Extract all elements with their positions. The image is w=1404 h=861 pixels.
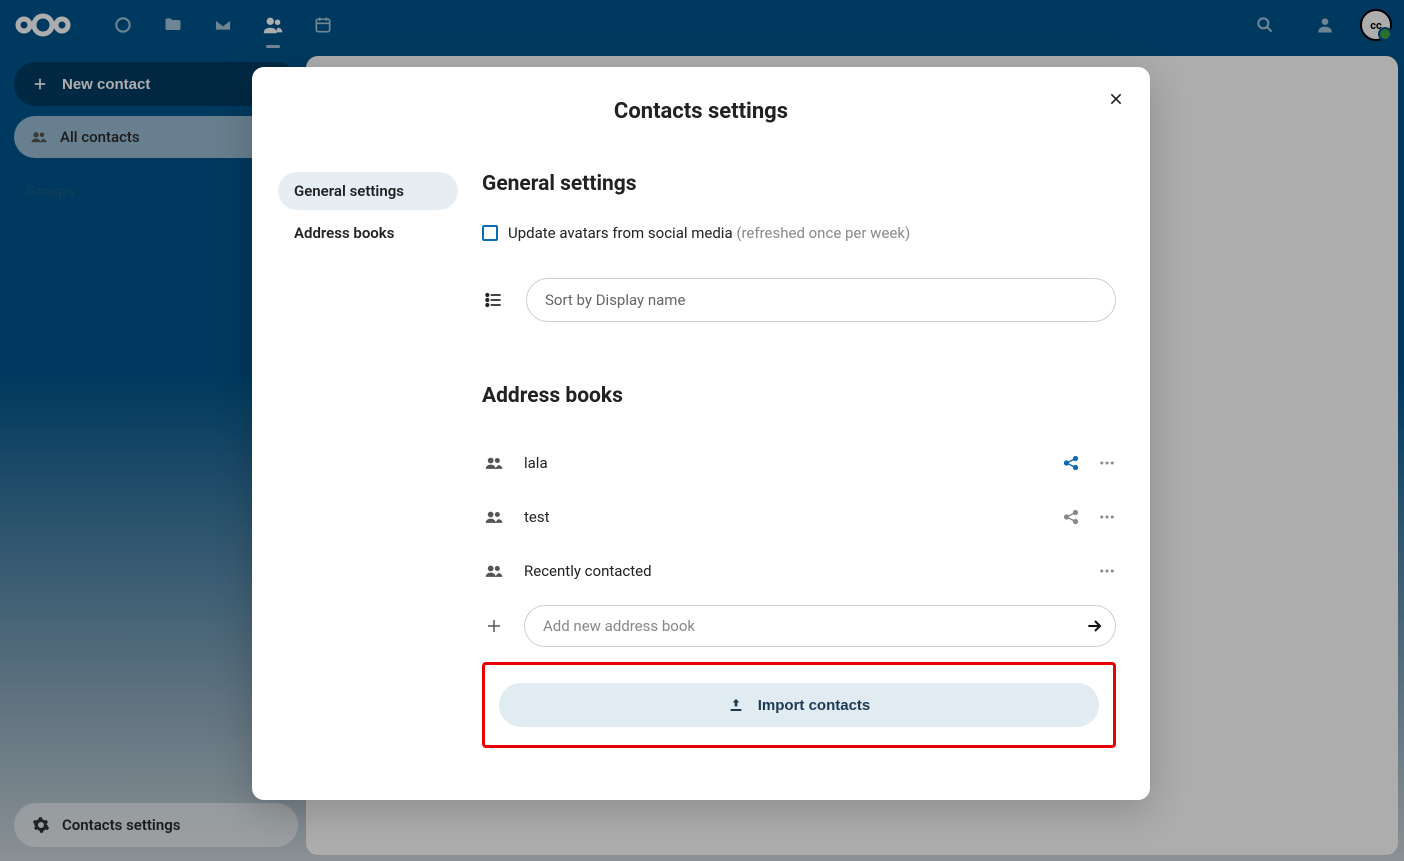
contacts-settings-modal: Contacts settings General settings Addre… — [252, 67, 1150, 800]
add-addressbook-input[interactable]: Add new address book — [524, 605, 1074, 647]
people-icon — [482, 453, 506, 473]
close-icon — [1108, 91, 1124, 107]
nav-general-settings[interactable]: General settings — [278, 172, 458, 210]
nav-address-books[interactable]: Address books — [278, 214, 458, 252]
addressbook-row-lala: lala — [482, 436, 1116, 490]
share-icon[interactable] — [1062, 508, 1080, 526]
share-icon[interactable] — [1062, 454, 1080, 472]
people-icon — [482, 561, 506, 581]
plus-icon — [482, 617, 506, 635]
import-contacts-button[interactable]: Import contacts — [499, 683, 1099, 727]
people-icon — [482, 507, 506, 527]
update-avatars-checkbox[interactable]: Update avatars from social media (refres… — [482, 224, 1116, 242]
more-icon[interactable] — [1098, 454, 1116, 472]
modal-title: Contacts settings — [278, 99, 1124, 124]
general-heading: General settings — [482, 172, 1116, 196]
highlight-annotation: Import contacts — [482, 662, 1116, 748]
addressbook-name: lala — [524, 454, 1044, 472]
more-icon[interactable] — [1098, 508, 1116, 526]
checkbox-label: Update avatars from social media — [508, 224, 733, 242]
checkbox-hint: (refreshed once per week) — [736, 224, 910, 242]
arrow-right-icon — [1085, 616, 1105, 636]
sort-select[interactable]: Sort by Display name — [526, 278, 1116, 322]
import-label: Import contacts — [758, 697, 871, 714]
addressbooks-heading: Address books — [482, 384, 1116, 408]
addressbook-row-recent: Recently contacted — [482, 544, 1116, 598]
add-addressbook-submit[interactable] — [1074, 605, 1116, 647]
close-button[interactable] — [1098, 81, 1134, 117]
checkbox-icon — [482, 225, 498, 241]
upload-icon — [728, 697, 744, 713]
addressbook-name: test — [524, 508, 1044, 526]
addressbook-name: Recently contacted — [524, 562, 1080, 580]
list-sort-icon — [482, 290, 506, 310]
more-icon[interactable] — [1098, 562, 1116, 580]
addressbook-row-test: test — [482, 490, 1116, 544]
modal-nav: General settings Address books — [278, 172, 458, 748]
